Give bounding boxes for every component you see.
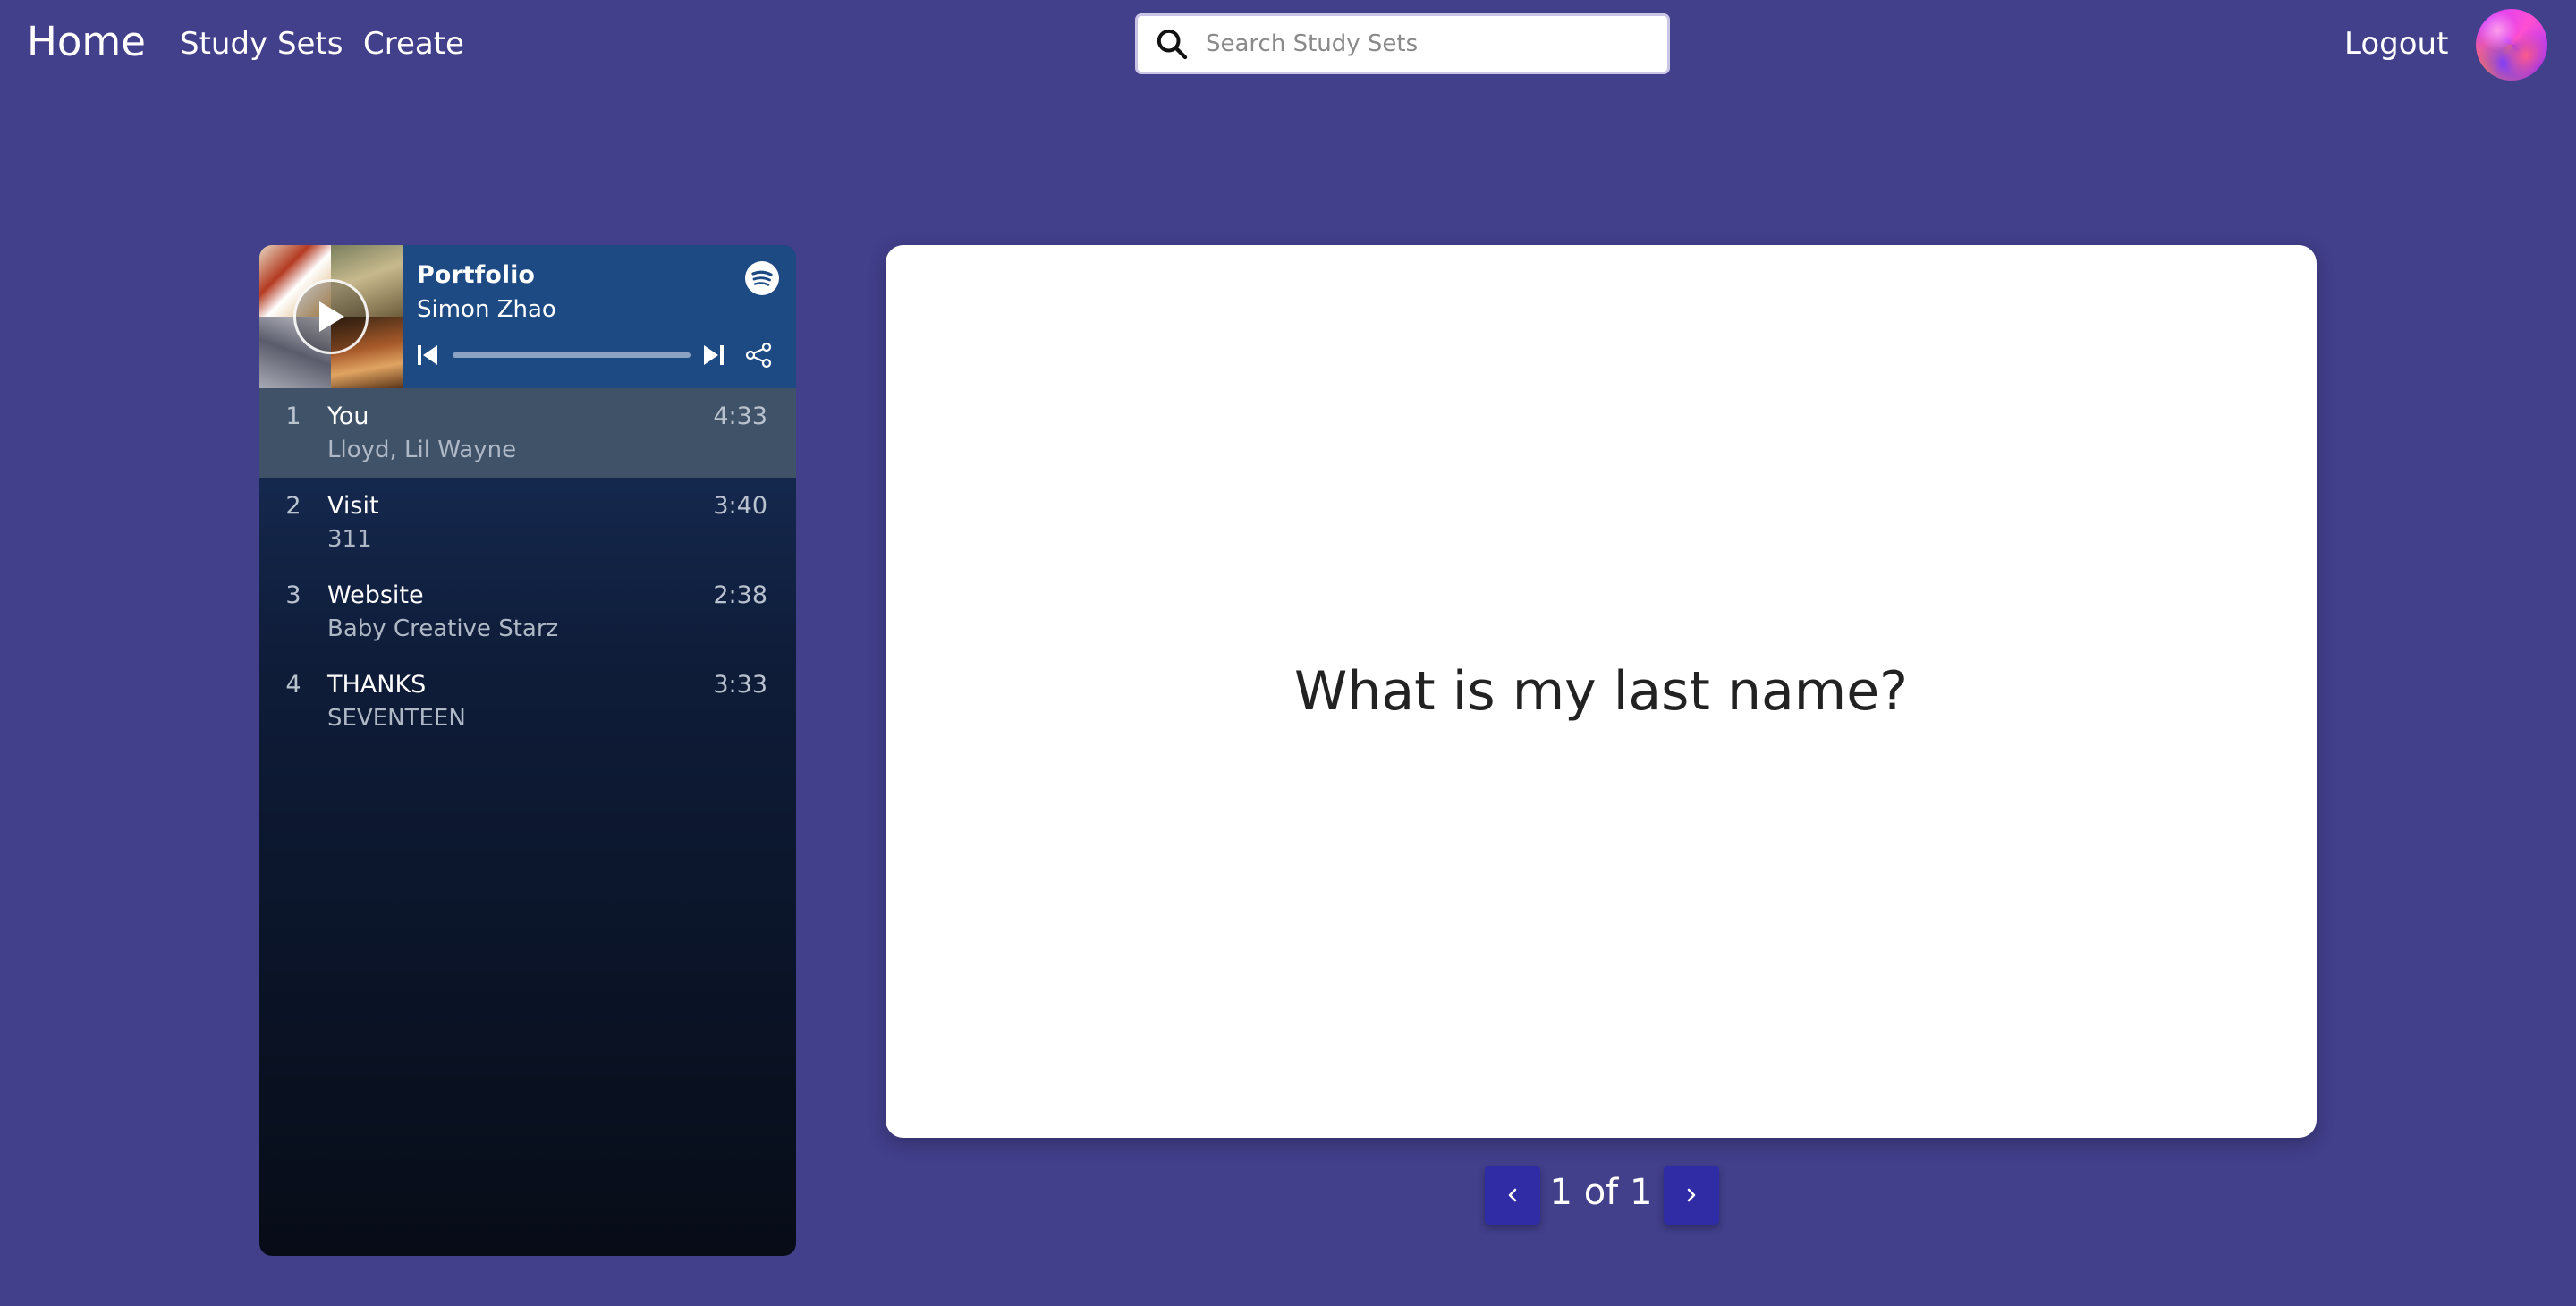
play-button[interactable] <box>293 279 369 354</box>
next-card-button[interactable] <box>1664 1166 1719 1225</box>
track-name: Visit <box>327 492 379 520</box>
progress-bar[interactable] <box>453 352 691 358</box>
track-name: You <box>327 403 369 430</box>
track-artist: Lloyd, Lil Wayne <box>327 437 517 463</box>
track-artist: SEVENTEEN <box>327 705 466 732</box>
playlist-title[interactable]: Portfolio <box>417 261 535 289</box>
playlist-cover <box>259 245 402 388</box>
skip-previous-icon[interactable] <box>417 343 438 367</box>
track-artist: 311 <box>327 526 372 553</box>
share-icon[interactable] <box>744 341 773 369</box>
nav-study-sets-link[interactable]: Study Sets <box>180 26 343 62</box>
spotify-icon[interactable] <box>745 261 779 295</box>
flashcard-question: What is my last name? <box>1293 660 1909 723</box>
track-number: 3 <box>285 581 301 609</box>
track-duration: 2:38 <box>713 581 767 609</box>
track-number: 2 <box>285 492 301 520</box>
logout-link[interactable]: Logout <box>2344 26 2448 62</box>
nav-home-link[interactable]: Home <box>27 18 146 65</box>
nav-create-link[interactable]: Create <box>363 26 464 62</box>
avatar[interactable] <box>2476 9 2547 81</box>
track-name: Website <box>327 581 424 609</box>
flashcard[interactable]: What is my last name? <box>886 245 2317 1138</box>
chevron-right-icon <box>1687 1188 1696 1202</box>
track-duration: 3:33 <box>713 671 767 699</box>
track-duration: 3:40 <box>713 492 767 520</box>
chevron-left-icon <box>1508 1188 1517 1202</box>
skip-next-icon[interactable] <box>703 343 724 367</box>
search-input[interactable] <box>1204 15 1667 72</box>
search-bar <box>1135 13 1670 74</box>
track-list: 1 You Lloyd, Lil Wayne 4:33 2 Visit 311 … <box>259 388 796 746</box>
track-number: 1 <box>285 403 301 430</box>
track-row[interactable]: 4 THANKS SEVENTEEN 3:33 <box>259 657 796 746</box>
track-name: THANKS <box>327 671 427 699</box>
search-icon <box>1157 29 1188 60</box>
track-number: 4 <box>285 671 301 699</box>
track-duration: 4:33 <box>713 403 767 430</box>
card-counter: 1 of 1 <box>1549 1172 1653 1213</box>
previous-card-button[interactable] <box>1485 1166 1540 1225</box>
track-artist: Baby Creative Starz <box>327 615 559 642</box>
playlist-owner[interactable]: Simon Zhao <box>417 296 556 323</box>
track-row[interactable]: 1 You Lloyd, Lil Wayne 4:33 <box>259 388 796 478</box>
spotify-player: Portfolio Simon Zhao 1 You Lloyd, Lil Wa… <box>259 245 796 1256</box>
track-row[interactable]: 3 Website Baby Creative Starz 2:38 <box>259 567 796 657</box>
player-header: Portfolio Simon Zhao <box>259 245 796 388</box>
track-row[interactable]: 2 Visit 311 3:40 <box>259 478 796 567</box>
play-icon <box>319 301 344 332</box>
